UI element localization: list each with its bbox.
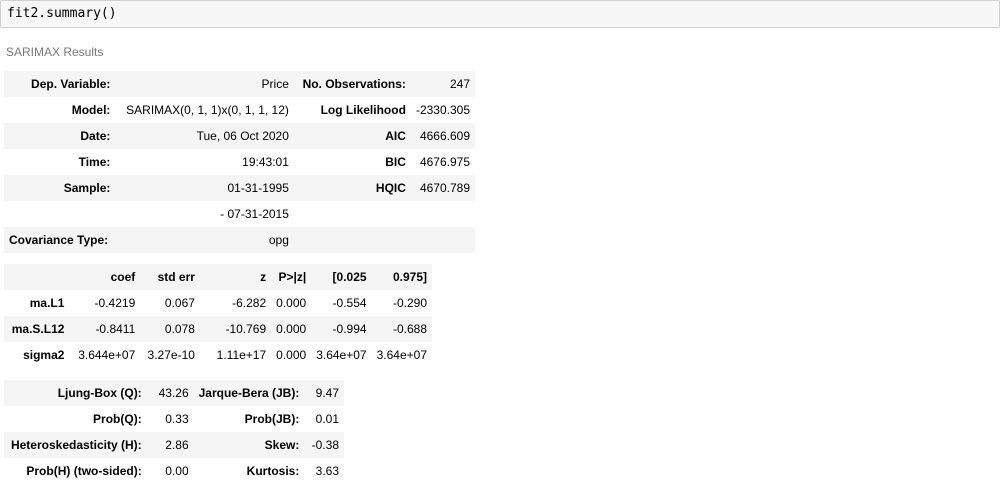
value-skew: -0.38 [304, 432, 344, 458]
label-sample: Sample: [4, 175, 116, 201]
value-no-observations: 247 [410, 71, 475, 97]
table-row: Prob(H) (two-sided): 0.00 Kurtosis: 3.63 [4, 458, 344, 484]
table-header-row: coef std err z P>|z| [0.025 0.975] [4, 264, 432, 290]
label-prob-q: Prob(Q): [93, 412, 142, 426]
value-date: Tue, 06 Oct 2020 [115, 123, 294, 149]
cell-ci-high: 3.64e+07 [376, 348, 427, 362]
value-sample-start: 01-31-1995 [115, 175, 294, 201]
value-time: 19:43:01 [242, 155, 289, 169]
cell-coef: -0.8411 [69, 316, 141, 342]
column-header-ci-high: 0.975] [371, 264, 432, 290]
label-kurtosis: Kurtosis: [246, 464, 300, 478]
label-no-observations: No. Observations: [293, 71, 411, 97]
value-ljung-box: 43.26 [146, 380, 194, 406]
coefficient-table: coef std err z P>|z| [0.025 0.975] ma.L1… [4, 264, 432, 368]
results-caption: SARIMAX Results [6, 45, 104, 59]
cell-ci-low: 3.64e+07 [316, 348, 367, 362]
table-row: Dep. Variable: Price No. Observations: 2… [4, 71, 475, 97]
cell-z: -10.769 [199, 316, 272, 342]
value-empty [411, 201, 475, 227]
label-time: Time: [78, 155, 111, 169]
cell-z: -6.282 [232, 296, 267, 310]
label-heteroskedasticity: Heteroskedasticity (H): [4, 432, 147, 458]
value-heteroskedasticity: 2.86 [146, 432, 194, 458]
model-info-table: Dep. Variable: Price No. Observations: 2… [4, 71, 475, 253]
cell-coef: -0.4219 [94, 296, 136, 310]
param-name: sigma2 [23, 348, 65, 362]
label-ljung-box: Ljung-Box (Q): [4, 380, 147, 406]
value-prob-h: 0.00 [165, 464, 189, 478]
cell-p-value: 0.000 [276, 296, 307, 310]
value-kurtosis: 3.63 [315, 464, 339, 478]
column-header-z: z [199, 264, 272, 290]
label-prob-jb: Prob(JB): [244, 412, 300, 426]
cell-std-err: 0.078 [140, 316, 200, 342]
value-sample-end: - 07-31-2015 [220, 207, 289, 221]
table-row: Prob(Q): 0.33 Prob(JB): 0.01 [4, 406, 344, 432]
column-header-std-err: std err [140, 264, 200, 290]
value-aic: 4666.609 [410, 123, 475, 149]
diagnostics-table: Ljung-Box (Q): 43.26 Jarque-Bera (JB): 9… [4, 380, 344, 484]
column-header-coef: coef [69, 264, 141, 290]
table-row: ma.L1 -0.4219 0.067 -6.282 0.000 -0.554 … [4, 290, 432, 316]
label-model: Model: [71, 103, 111, 117]
label-skew: Skew: [193, 432, 305, 458]
value-empty [410, 227, 475, 253]
label-empty [293, 227, 411, 253]
table-row: Heteroskedasticity (H): 2.86 Skew: -0.38 [4, 432, 344, 458]
cell-p-value: 0.000 [271, 316, 312, 342]
label-prob-h: Prob(H) (two-sided): [26, 464, 142, 478]
column-header-p-value: P>|z| [271, 264, 312, 290]
cell-coef: 3.644e+07 [78, 348, 136, 362]
code-text: fit2.summary() [7, 6, 117, 21]
cell-ci-high: -0.290 [392, 296, 427, 310]
table-row: Covariance Type: opg [4, 227, 475, 253]
table-row: Ljung-Box (Q): 43.26 Jarque-Bera (JB): 9… [4, 380, 344, 406]
label-empty [4, 201, 115, 227]
code-input-cell[interactable]: fit2.summary() [0, 0, 1000, 28]
table-row: Model: SARIMAX(0, 1, 1)x(0, 1, 1, 12) Lo… [4, 97, 475, 123]
label-log-likelihood: Log Likelihood [320, 103, 406, 117]
cell-std-err: 0.067 [164, 296, 195, 310]
label-covariance-type: Covariance Type: [4, 227, 116, 253]
param-name: ma.S.L12 [4, 316, 70, 342]
table-row: - 07-31-2015 [4, 201, 475, 227]
table-row: sigma2 3.644e+07 3.27e-10 1.11e+17 0.000… [4, 342, 432, 368]
label-bic: BIC [385, 155, 406, 169]
cell-z: 1.11e+17 [216, 348, 267, 362]
value-dep-variable: Price [115, 71, 294, 97]
cell-p-value: 0.000 [276, 348, 307, 362]
value-bic: 4676.975 [419, 155, 470, 169]
value-covariance-type: opg [115, 227, 294, 253]
cell-ci-low: -0.994 [311, 316, 372, 342]
value-prob-q: 0.33 [165, 412, 189, 426]
column-header [4, 264, 70, 290]
label-dep-variable: Dep. Variable: [4, 71, 116, 97]
table-row: ma.S.L12 -0.8411 0.078 -10.769 0.000 -0.… [4, 316, 432, 342]
column-header-ci-low: [0.025 [311, 264, 372, 290]
value-jarque-bera: 9.47 [304, 380, 344, 406]
cell-ci-high: -0.688 [371, 316, 432, 342]
label-date: Date: [4, 123, 116, 149]
label-hqic: HQIC [293, 175, 411, 201]
value-hqic: 4670.789 [410, 175, 475, 201]
cell-ci-low: -0.554 [332, 296, 367, 310]
value-model: SARIMAX(0, 1, 1)x(0, 1, 1, 12) [126, 103, 289, 117]
cell-std-err: 3.27e-10 [147, 348, 195, 362]
label-jarque-bera: Jarque-Bera (JB): [193, 380, 305, 406]
table-row: Date: Tue, 06 Oct 2020 AIC 4666.609 [4, 123, 475, 149]
label-aic: AIC [293, 123, 411, 149]
label-empty [294, 201, 411, 227]
table-row: Time: 19:43:01 BIC 4676.975 [4, 149, 475, 175]
table-row: Sample: 01-31-1995 HQIC 4670.789 [4, 175, 475, 201]
param-name: ma.L1 [29, 296, 65, 310]
value-prob-jb: 0.01 [315, 412, 339, 426]
value-log-likelihood: -2330.305 [415, 103, 470, 117]
